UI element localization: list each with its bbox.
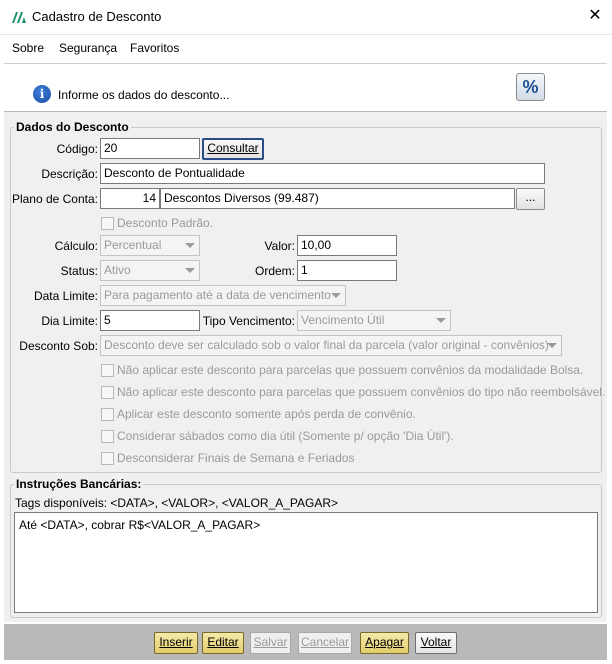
ordem-field[interactable]: 1: [297, 260, 397, 281]
percent-icon[interactable]: %: [516, 73, 545, 101]
window-title: Cadastro de Desconto: [32, 9, 162, 24]
status-value: Ativo: [104, 263, 131, 277]
check-sabados-checkbox[interactable]: [101, 430, 114, 443]
status-select[interactable]: Ativo: [100, 260, 200, 281]
plano-name-field: Descontos Diversos (99.487): [160, 188, 515, 209]
plano-code-field[interactable]: 14: [100, 188, 160, 209]
check-finais-semana-checkbox[interactable]: [101, 452, 114, 465]
menu-sobre[interactable]: Sobre: [12, 41, 44, 55]
calculo-select[interactable]: Percentual: [100, 235, 200, 256]
codigo-label: Código:: [56, 142, 98, 156]
calculo-value: Percentual: [104, 238, 162, 252]
chevron-down-icon: [547, 343, 557, 348]
header-message: Informe os dados do desconto...: [58, 88, 230, 102]
chevron-down-icon: [331, 293, 341, 298]
dia-limite-field[interactable]: 5: [100, 310, 200, 331]
consultar-button[interactable]: Consultar: [202, 138, 264, 160]
check-bolsa-checkbox[interactable]: [101, 364, 114, 377]
menu-seguranca[interactable]: Segurança: [59, 41, 117, 55]
info-icon: i: [33, 85, 51, 103]
check-nao-reembolsavel-label: Não aplicar este desconto para parcelas …: [117, 385, 606, 399]
check-perda-convenio-label: Aplicar este desconto somente após perda…: [117, 407, 416, 421]
padrao-label: Desconto Padrão.: [117, 216, 214, 230]
plano-label: Plano de Conta:: [11, 192, 98, 206]
instrucoes-group-title: Instruções Bancárias:: [14, 477, 144, 491]
check-sabados-label: Considerar sábados como dia útil (Soment…: [117, 429, 454, 443]
data-limite-value: Para pagamento até a data de vencimento: [104, 288, 331, 302]
tags-disponiveis-text: Tags disponíveis: <DATA>, <VALOR>, <VALO…: [15, 496, 339, 510]
calculo-label: Cálculo:: [54, 239, 98, 253]
dados-group-title: Dados do Desconto: [14, 120, 131, 134]
app-logo-icon: [12, 12, 26, 23]
tipo-venc-value: Vencimento Útil: [301, 313, 385, 327]
menu-favoritos[interactable]: Favoritos: [130, 41, 179, 55]
desconto-sob-label: Desconto Sob:: [19, 339, 98, 353]
tipo-venc-select[interactable]: Vencimento Útil: [297, 310, 451, 331]
tipo-venc-label: Tipo Vencimento:: [202, 314, 295, 328]
instrucoes-textarea[interactable]: Até <DATA>, cobrar R$<VALOR_A_PAGAR>: [14, 512, 598, 613]
ordem-label: Ordem:: [254, 264, 295, 278]
instrucoes-text: Até <DATA>, cobrar R$<VALOR_A_PAGAR>: [19, 518, 261, 532]
desconto-sob-select[interactable]: Desconto deve ser calculado sob o valor …: [100, 335, 562, 356]
editar-button[interactable]: Editar: [202, 632, 244, 654]
descricao-label: Descrição:: [41, 167, 98, 181]
dia-limite-label: Dia Limite:: [41, 314, 98, 328]
chevron-down-icon: [185, 268, 195, 273]
data-limite-label: Data Limite:: [33, 289, 98, 303]
padrao-checkbox[interactable]: [101, 217, 114, 230]
descricao-field[interactable]: Desconto de Pontualidade: [100, 163, 545, 184]
voltar-button[interactable]: Voltar: [415, 632, 457, 654]
valor-label: Valor:: [264, 239, 295, 253]
close-icon[interactable]: ✕: [586, 6, 604, 26]
codigo-field[interactable]: 20: [100, 138, 200, 159]
valor-field[interactable]: 10,00: [297, 235, 397, 256]
check-perda-convenio-checkbox[interactable]: [101, 408, 114, 421]
cancelar-button[interactable]: Cancelar: [298, 632, 352, 654]
check-finais-semana-label: Desconsiderar Finais de Semana e Feriado…: [117, 451, 355, 465]
plano-browse-button[interactable]: ...: [516, 188, 545, 210]
desconto-sob-value: Desconto deve ser calculado sob o valor …: [104, 338, 549, 352]
check-bolsa-label: Não aplicar este desconto para parcelas …: [117, 363, 584, 377]
chevron-down-icon: [436, 318, 446, 323]
apagar-button[interactable]: Apagar: [360, 632, 409, 654]
salvar-button[interactable]: Salvar: [250, 632, 291, 654]
chevron-down-icon: [185, 243, 195, 248]
data-limite-select[interactable]: Para pagamento até a data de vencimento: [100, 285, 346, 306]
status-label: Status:: [60, 264, 98, 278]
inserir-button[interactable]: Inserir: [154, 632, 198, 654]
check-nao-reembolsavel-checkbox[interactable]: [101, 386, 114, 399]
